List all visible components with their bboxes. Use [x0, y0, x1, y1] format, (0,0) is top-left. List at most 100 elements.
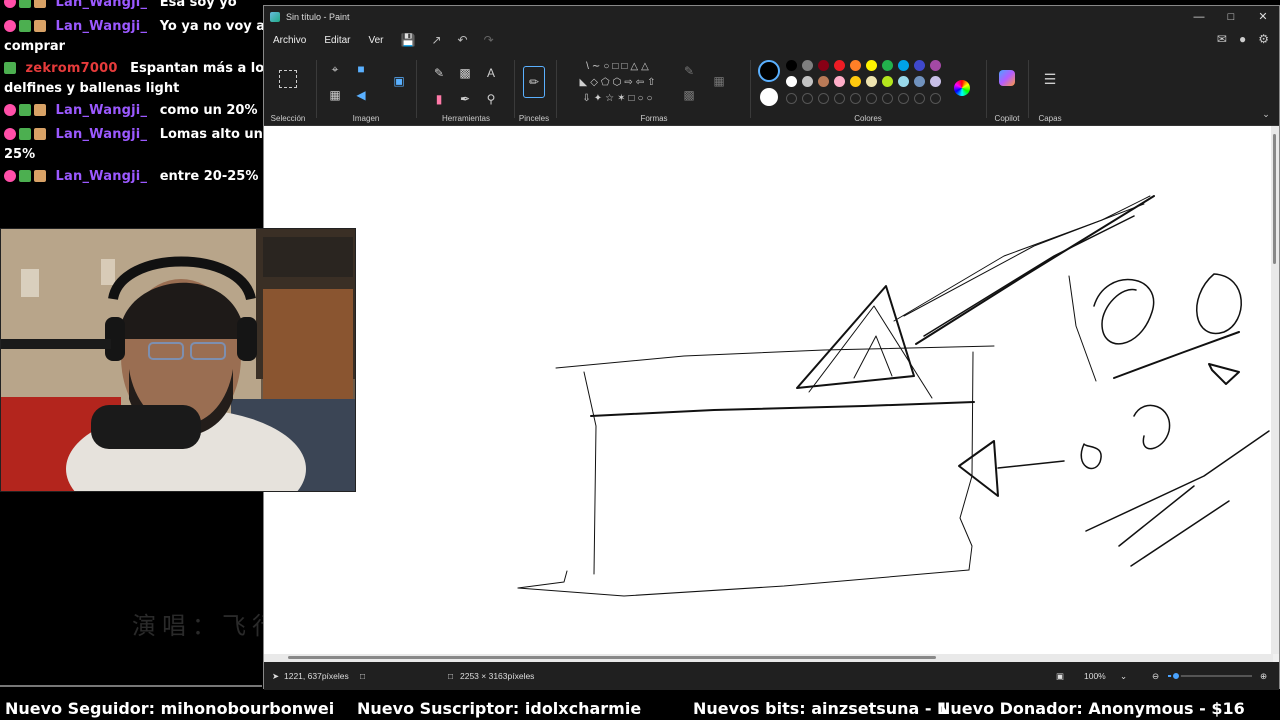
zoom-in-icon[interactable]: ⊕: [1260, 671, 1267, 682]
account-icon[interactable]: ●: [1239, 32, 1246, 46]
outline-icon[interactable]: ✎: [680, 62, 698, 80]
window-title: Sin título - Paint: [286, 12, 350, 22]
color-swatch[interactable]: [930, 76, 941, 87]
settings-icon[interactable]: ⚙: [1258, 32, 1269, 46]
gem-badge-icon: [4, 62, 16, 74]
scroll-thumb[interactable]: [1273, 134, 1276, 264]
custom-color-slot[interactable]: [866, 93, 877, 104]
minimize-icon[interactable]: —: [1183, 6, 1215, 28]
color-swatch[interactable]: [850, 76, 861, 87]
cursor-position: 1221, 637píxeles: [284, 671, 349, 681]
chat-username: Lan_Wangji_: [55, 103, 148, 118]
maximize-icon[interactable]: □: [1215, 6, 1247, 28]
color-swatch[interactable]: [914, 76, 925, 87]
color1-swatch[interactable]: [758, 60, 780, 82]
canvas-size: 2253 × 3163píxeles: [460, 671, 535, 681]
fill-shape-icon[interactable]: ▩: [680, 86, 698, 104]
chat-badges: [4, 104, 49, 122]
color-swatch[interactable]: [802, 76, 813, 87]
color-swatch[interactable]: [850, 60, 861, 71]
rotate-icon[interactable]: ◀: [352, 86, 370, 104]
custom-color-slot[interactable]: [882, 93, 893, 104]
menu-ver[interactable]: Ver: [359, 35, 392, 46]
vertical-scrollbar[interactable]: [1271, 126, 1279, 654]
color-swatch[interactable]: [818, 76, 829, 87]
shape-options-icon[interactable]: ▦: [710, 72, 728, 90]
crop-icon[interactable]: ⌖: [326, 60, 344, 78]
zoom-level[interactable]: 100%: [1084, 671, 1106, 681]
color-picker-icon[interactable]: ✒: [456, 90, 474, 108]
edit-colors-icon[interactable]: [954, 80, 970, 96]
fill-icon[interactable]: ▩: [456, 64, 474, 82]
redo-icon[interactable]: ↷: [476, 33, 502, 47]
brush-icon[interactable]: ✏: [523, 66, 545, 98]
group-label: Herramientas: [441, 114, 490, 123]
color-swatch[interactable]: [898, 76, 909, 87]
chat-message: Lan_Wangji_ como un 20%: [0, 100, 300, 124]
magnifier-icon[interactable]: ⚲: [482, 90, 500, 108]
fit-to-window-icon[interactable]: ▣: [1056, 671, 1064, 682]
color-swatch[interactable]: [802, 60, 813, 71]
close-icon[interactable]: ✕: [1247, 6, 1279, 28]
color-swatch[interactable]: [786, 76, 797, 87]
custom-color-slot[interactable]: [898, 93, 909, 104]
color-swatch[interactable]: [882, 60, 893, 71]
copilot-icon[interactable]: [999, 70, 1015, 86]
color-swatch[interactable]: [834, 60, 845, 71]
feedback-icon[interactable]: ✉: [1217, 32, 1227, 46]
custom-color-slot[interactable]: [850, 93, 861, 104]
color-swatch[interactable]: [914, 60, 925, 71]
custom-color-slot[interactable]: [818, 93, 829, 104]
custom-color-slot[interactable]: [802, 93, 813, 104]
scroll-thumb[interactable]: [288, 656, 936, 659]
color-swatch[interactable]: [866, 60, 877, 71]
chat-badges: [4, 20, 49, 38]
select-rect-icon[interactable]: [279, 70, 297, 88]
zoom-slider[interactable]: [1168, 671, 1252, 681]
share-icon[interactable]: ↗: [423, 33, 449, 47]
chat-text: como un 20%: [159, 103, 258, 118]
zoom-slider-handle[interactable]: [1171, 671, 1182, 681]
shapes-row-3-icon[interactable]: ⇩✦☆✶□○○: [564, 90, 674, 108]
ticker-bits: Nuevos bits: ainzsetsuna - 1: [693, 699, 949, 718]
custom-color-slot[interactable]: [786, 93, 797, 104]
color-swatch[interactable]: [834, 76, 845, 87]
custom-color-slot[interactable]: [930, 93, 941, 104]
ribbon-separator: [416, 60, 417, 118]
ticker-subscriber: Nuevo Suscriptor: idolxcharmie: [357, 699, 642, 718]
menu-archivo[interactable]: Archivo: [264, 35, 315, 46]
drawing-canvas[interactable]: [264, 126, 1273, 654]
heart-badge-icon: [4, 104, 16, 116]
undo-icon[interactable]: ↶: [450, 33, 476, 47]
chat-message: zekrom7000 Espantan más a los delfines y…: [0, 58, 300, 100]
group-capas: ☰ Capas: [1030, 52, 1070, 126]
remove-bg-icon[interactable]: ▦: [326, 86, 344, 104]
image-creator-icon[interactable]: ▣: [390, 72, 408, 90]
pencil-icon[interactable]: ✎: [430, 64, 448, 82]
chevron-down-icon[interactable]: ⌄: [1120, 671, 1127, 682]
eraser-icon[interactable]: ▮: [430, 90, 448, 108]
horizontal-scrollbar[interactable]: [264, 654, 1273, 662]
color2-swatch[interactable]: [760, 88, 778, 106]
group-label: Pinceles: [518, 114, 550, 123]
color-swatch[interactable]: [930, 60, 941, 71]
color-swatch[interactable]: [882, 76, 893, 87]
group-label: Imagen: [352, 114, 380, 123]
color-swatch[interactable]: [786, 60, 797, 71]
sub-badge-icon: [34, 20, 46, 32]
custom-color-slot[interactable]: [834, 93, 845, 104]
group-label: Copilot: [994, 114, 1020, 123]
zoom-out-icon[interactable]: ⊖: [1152, 671, 1159, 682]
resize-icon[interactable]: ■: [352, 60, 370, 78]
save-icon[interactable]: 💾: [393, 33, 424, 47]
color-swatch[interactable]: [898, 60, 909, 71]
color-swatch[interactable]: [866, 76, 877, 87]
color-swatch[interactable]: [818, 60, 829, 71]
custom-color-slot[interactable]: [914, 93, 925, 104]
chat-username: Lan_Wangji_: [55, 127, 148, 142]
text-icon[interactable]: A: [482, 64, 500, 82]
ribbon-collapse-icon[interactable]: ⌄: [1257, 105, 1275, 123]
ribbon-separator: [986, 60, 987, 118]
layers-icon[interactable]: ☰: [1041, 70, 1059, 88]
menu-editar[interactable]: Editar: [315, 35, 359, 46]
